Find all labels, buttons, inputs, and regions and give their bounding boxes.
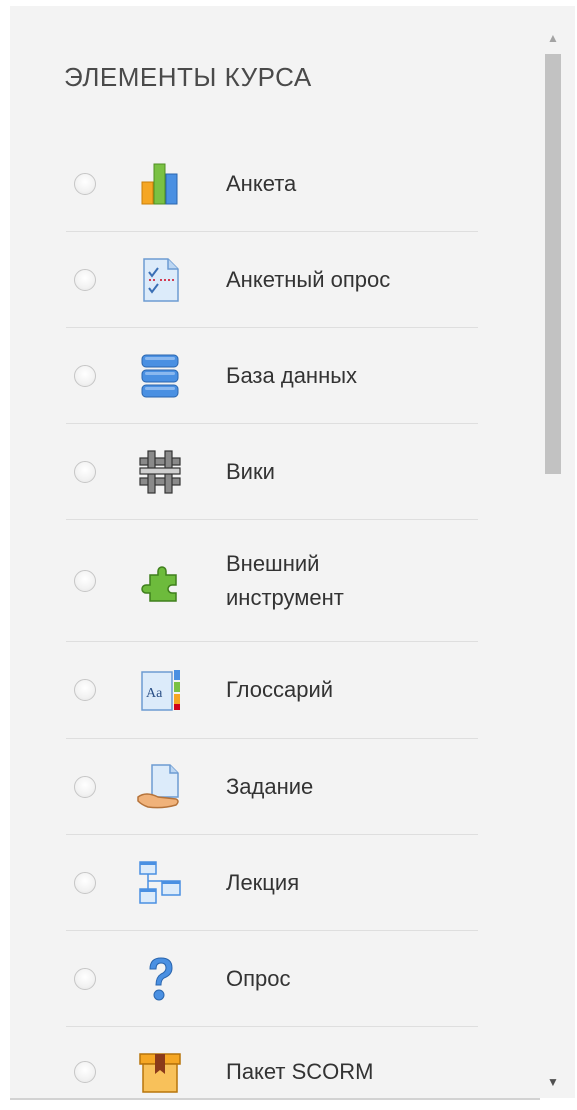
database-icon (136, 352, 184, 400)
radio-database[interactable] (74, 364, 96, 387)
assignment-icon (136, 763, 184, 811)
activity-item-survey[interactable]: Анкетный опрос (66, 232, 478, 328)
vertical-scrollbar[interactable]: ▲ ▼ (539, 12, 567, 1098)
activity-item-external-tool[interactable]: Внешний инструмент (66, 520, 478, 642)
scroll-up-arrow-icon[interactable]: ▲ (539, 26, 567, 50)
radio-choice[interactable] (74, 967, 96, 990)
activity-item-scorm[interactable]: Пакет SCORM (66, 1027, 478, 1098)
radio-assignment[interactable] (74, 775, 96, 798)
radio-scorm[interactable] (74, 1061, 96, 1083)
puzzle-icon (136, 557, 184, 605)
question-icon (136, 955, 184, 1003)
activity-item-choice[interactable]: Опрос (66, 931, 478, 1027)
activity-label: Опрос (226, 965, 291, 991)
activity-label: База данных (226, 362, 358, 388)
svg-text:Aa: Aa (146, 686, 163, 701)
activity-label: Лекция (226, 869, 300, 895)
activity-label: Анкетный опрос (226, 266, 391, 292)
course-elements-panel: ЭЛЕМЕНТЫ КУРСА Анкета Анкетный опрос Баз… (10, 6, 575, 1098)
activity-item-wiki[interactable]: Вики (66, 424, 478, 520)
activity-list: Анкета Анкетный опрос База данных Вики В… (66, 136, 478, 1098)
feedback-chart-icon (136, 160, 184, 208)
section-title: ЭЛЕМЕНТЫ КУРСА (64, 62, 312, 92)
activity-label-line1: Внешний (226, 550, 320, 576)
activity-label: Анкета (226, 170, 297, 196)
activity-item-lesson[interactable]: Лекция (66, 835, 478, 931)
glossary-icon: Aa (136, 666, 184, 714)
radio-external-tool[interactable] (74, 569, 96, 592)
activity-label: Внешний инструмент (226, 547, 344, 615)
activity-label: Задание (226, 773, 314, 799)
scorm-package-icon (136, 1048, 184, 1096)
radio-feedback[interactable] (74, 172, 96, 195)
activity-item-database[interactable]: База данных (66, 328, 478, 424)
activity-item-feedback[interactable]: Анкета (66, 136, 478, 232)
survey-icon (136, 256, 184, 304)
scroll-thumb[interactable] (545, 54, 561, 474)
activity-label: Вики (226, 458, 275, 484)
lesson-icon (136, 859, 184, 907)
activity-label-line2: инструмент (226, 584, 344, 610)
radio-wiki[interactable] (74, 460, 96, 483)
radio-lesson[interactable] (74, 871, 96, 894)
radio-glossary[interactable] (74, 679, 96, 701)
activity-item-glossary[interactable]: Aa Глоссарий (66, 642, 478, 739)
wiki-icon (136, 448, 184, 496)
bottom-divider (10, 1098, 540, 1100)
activity-label: Пакет SCORM (226, 1059, 374, 1084)
radio-survey[interactable] (74, 268, 96, 291)
scroll-down-arrow-icon[interactable]: ▼ (539, 1070, 567, 1094)
activity-label: Глоссарий (226, 677, 334, 702)
activity-item-assignment[interactable]: Задание (66, 739, 478, 835)
